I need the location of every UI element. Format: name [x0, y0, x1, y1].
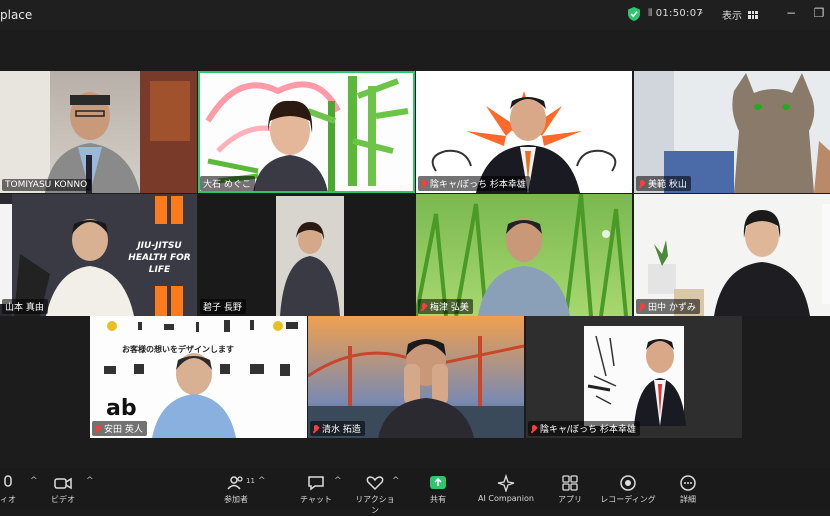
muted-mic-icon [639, 302, 645, 311]
grid-icon [748, 10, 758, 19]
participant-video [205, 76, 409, 193]
chevron-up-icon[interactable]: ^ [30, 476, 38, 486]
video-button[interactable]: ビデオ [48, 474, 78, 505]
record-button[interactable]: レコーディング [600, 474, 656, 505]
participant-video [308, 336, 524, 438]
title-bar: place ⦀ 01:50:07 ⌄ 表示 − ❐ [0, 0, 830, 30]
video-camera-icon [54, 477, 72, 490]
participant-name: 山本 真由 [2, 299, 48, 314]
chat-button[interactable]: チャット [300, 474, 332, 505]
participant-video [431, 91, 617, 193]
participant-name: 安田 英人 [92, 421, 147, 436]
participant-video [276, 196, 344, 316]
participants-label: 参加者 [224, 495, 248, 504]
security-shield-icon[interactable] [627, 6, 641, 22]
muted-mic-icon [421, 302, 427, 311]
chevron-up-icon[interactable]: ^ [86, 476, 94, 486]
share-button[interactable]: 共有 [424, 474, 452, 505]
view-label: 表示 [722, 11, 742, 22]
participant-tile[interactable]: お客様の想いをデザインします ab 安田 英人 [90, 316, 307, 438]
banner-text: JIU-JITSU HEALTH FOR LIFE [128, 241, 191, 275]
record-label: レコーディング [600, 495, 656, 504]
participant-name: 碧子 長野 [200, 299, 246, 314]
participant-name: 陰キャ/ぼっち 杉本幸雄 [418, 176, 530, 191]
chevron-up-icon[interactable]: ^ [258, 476, 266, 486]
muted-mic-icon [639, 179, 645, 188]
participant-video [0, 71, 197, 193]
participant-video [416, 194, 628, 316]
participant-tile[interactable]: 田中 かずみ [634, 194, 830, 316]
participant-tile[interactable]: 梅津 弘美 [416, 194, 632, 316]
participant-tile[interactable]: JIU-JITSU HEALTH FOR LIFE 山本 真由 [0, 194, 197, 316]
timer-bars-icon: ⦀ [648, 8, 653, 19]
participant-video [584, 326, 686, 426]
chat-icon [308, 476, 324, 491]
muted-mic-icon [313, 424, 319, 433]
participant-tile[interactable]: 陰キャ/ぼっち 杉本幸雄 [526, 316, 742, 438]
participant-tile[interactable]: 清水 拓造 [308, 316, 524, 438]
company-logo: ab [106, 396, 137, 421]
chat-label: チャット [300, 495, 332, 504]
window-title: place [0, 8, 33, 22]
participant-tile[interactable]: 大石 めぐこ [198, 71, 415, 193]
muted-mic-icon [95, 424, 101, 433]
muted-mic-icon [531, 424, 537, 433]
chevron-up-icon[interactable]: ^ [334, 476, 342, 486]
apps-icon [562, 475, 578, 491]
minimize-icon[interactable]: − [784, 6, 798, 20]
muted-mic-icon [421, 179, 427, 188]
record-icon [620, 475, 636, 491]
more-icon [680, 475, 696, 491]
apps-label: アプリ [558, 495, 582, 504]
apps-button[interactable]: アプリ [556, 474, 584, 505]
view-button[interactable]: 表示 [722, 7, 758, 22]
participants-count: 11 [246, 477, 255, 485]
chevron-up-icon[interactable]: ^ [392, 476, 400, 486]
participant-tile[interactable]: TOMIYASU KONNO [0, 71, 197, 193]
reactions-label: リアクション [355, 495, 395, 515]
chevron-down-icon[interactable]: ⌄ [697, 7, 705, 17]
share-label: 共有 [430, 495, 446, 504]
participant-name: 美範 秋山 [636, 176, 691, 191]
participant-tile[interactable]: 陰キャ/ぼっち 杉本幸雄 [416, 71, 632, 193]
participant-video [648, 204, 830, 316]
participant-name: 田中 かずみ [636, 299, 700, 314]
more-button[interactable]: 詳細 [674, 474, 702, 505]
participant-video [634, 71, 830, 193]
participants-icon [227, 476, 243, 490]
video-label: ビデオ [51, 495, 75, 504]
participant-tile[interactable]: 碧子 長野 [198, 194, 415, 316]
participant-tile[interactable]: 美範 秋山 [634, 71, 830, 193]
background-tagline: お客様の想いをデザインします [122, 345, 234, 354]
microphone-icon [4, 475, 12, 487]
audio-label: ィオ [0, 495, 16, 504]
participant-name: 陰キャ/ぼっち 杉本幸雄 [528, 421, 640, 436]
audio-button[interactable]: ィオ [0, 474, 22, 505]
meeting-timer[interactable]: ⦀ 01:50:07 [648, 8, 703, 19]
meeting-toolbar: ィオ ^ ビデオ ^ 参加者 11 ^ チャット ^ リアクション ^ 共有 A… [0, 468, 830, 515]
sparkle-icon [497, 474, 515, 492]
share-screen-icon [430, 476, 446, 489]
more-label: 詳細 [680, 495, 696, 504]
ai-companion-button[interactable]: AI Companion [474, 474, 538, 503]
timer-value: 01:50:07 [655, 8, 704, 19]
heart-icon [366, 476, 384, 491]
ai-companion-label: AI Companion [478, 494, 534, 503]
restore-window-icon[interactable]: ❐ [812, 6, 826, 20]
participant-name: TOMIYASU KONNO [2, 179, 92, 191]
participant-name: 大石 めぐこ [200, 176, 255, 191]
video-gallery: TOMIYASU KONNO 大石 めぐこ 陰キャ/ぼっち 杉本幸雄 美範 秋山… [0, 30, 830, 468]
participant-name: 梅津 弘美 [418, 299, 473, 314]
participant-name: 清水 拓造 [310, 421, 365, 436]
